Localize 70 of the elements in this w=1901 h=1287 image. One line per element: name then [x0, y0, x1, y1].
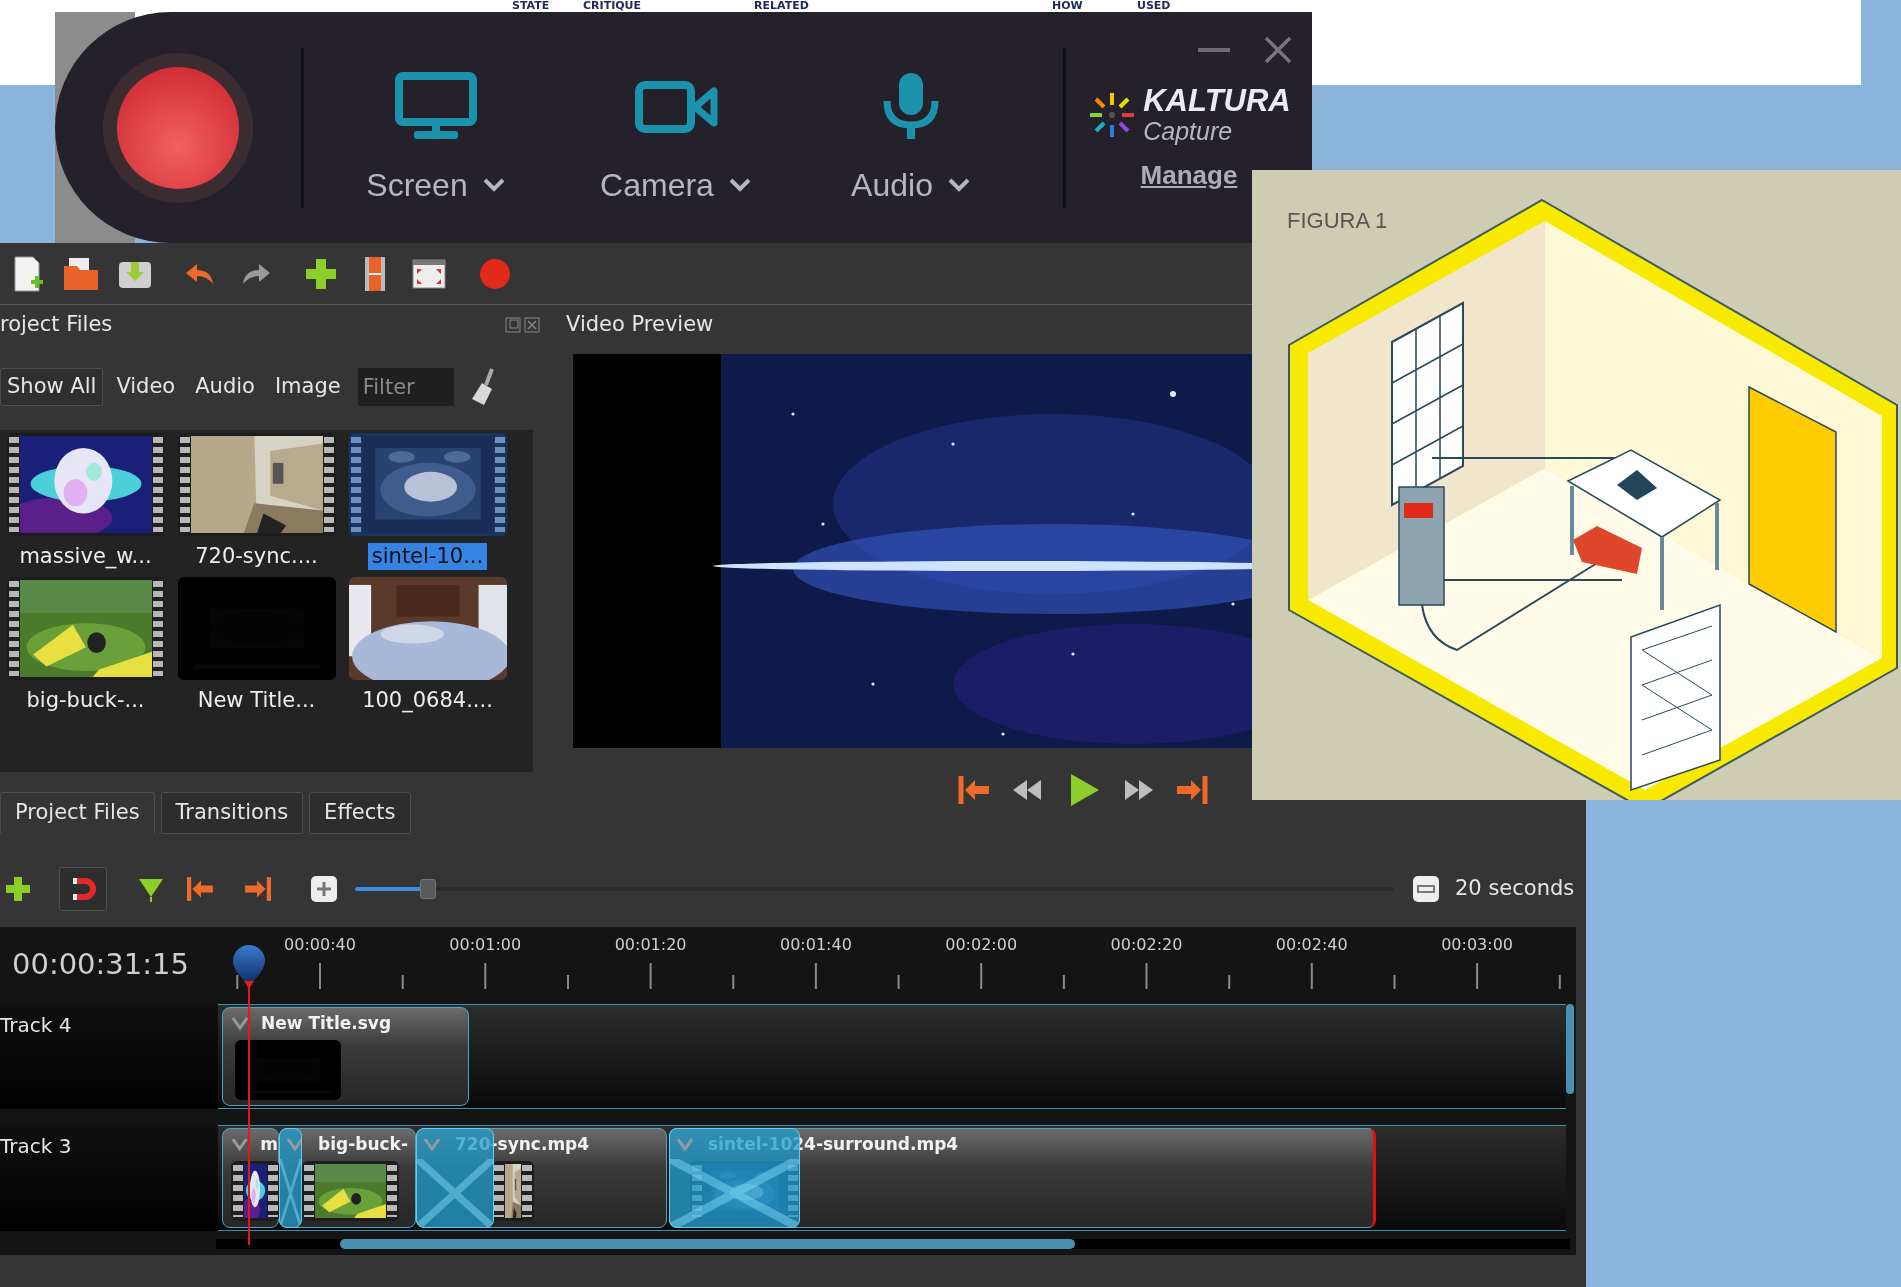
- minimize-icon[interactable]: [1198, 47, 1230, 53]
- filter-field[interactable]: Filter: [357, 368, 454, 406]
- chevron-icon: [727, 176, 752, 193]
- scrollbar-track[interactable]: [216, 1239, 1570, 1249]
- monitor-icon: [394, 70, 478, 141]
- sprocket-strip: [387, 1165, 397, 1217]
- sprocket-strip: [233, 1165, 243, 1217]
- clip-title: m: [260, 1133, 278, 1155]
- file-name[interactable]: sintel-10...: [367, 543, 488, 570]
- close-icon[interactable]: [1264, 36, 1292, 64]
- source-dropdown[interactable]: Camera: [600, 164, 752, 205]
- source-dropdown[interactable]: Audio: [851, 164, 971, 205]
- sprocket-strip: [522, 1165, 532, 1217]
- ruler-label: 00:02:40: [1275, 934, 1348, 956]
- ruler-label: 00:01:20: [614, 934, 687, 956]
- ruler-label: 00:03:00: [1441, 934, 1513, 956]
- zoom-out-icon[interactable]: [1412, 875, 1440, 903]
- scrollbar-thumb[interactable]: [1566, 1004, 1574, 1094]
- filter-button[interactable]: Image: [267, 368, 348, 406]
- figure-caption: FIGURA 1: [1287, 207, 1388, 235]
- chevron-icon: [946, 176, 971, 193]
- ruler-label: 00:02:20: [1110, 934, 1183, 956]
- heading-text: STATE: [512, 0, 550, 12]
- ruler-label: 00:02:00: [945, 934, 1018, 956]
- ruler-label: 00:00:40: [284, 934, 356, 956]
- file-name[interactable]: New Title...: [193, 687, 320, 714]
- tab[interactable]: Effects: [309, 792, 411, 834]
- zoom-reading: 20 seconds: [1455, 875, 1575, 903]
- ruler-label: 00:01:00: [449, 934, 522, 956]
- filter-button[interactable]: Show All: [0, 368, 104, 406]
- track-name: Track 4: [0, 1013, 72, 1037]
- heading-text: USED: [1137, 0, 1171, 12]
- snap-button[interactable]: [59, 867, 107, 911]
- tab[interactable]: Transitions: [160, 792, 304, 834]
- heading-text: HOW: [1052, 0, 1083, 12]
- sprocket-strip: [304, 1165, 314, 1217]
- manage-link[interactable]: Manage: [1140, 158, 1238, 191]
- file-name[interactable]: 720-sync....: [191, 543, 322, 570]
- timecode: 00:00:31:15: [12, 945, 189, 983]
- timeline-clip[interactable]: New Title.svg: [222, 1007, 469, 1106]
- transition-block[interactable]: [279, 1128, 302, 1228]
- tab[interactable]: Project Files: [0, 792, 155, 834]
- chevron-icon[interactable]: [231, 1016, 249, 1030]
- scrollbar-thumb[interactable]: [340, 1239, 1075, 1249]
- heading-text: RELATED: [754, 0, 809, 12]
- clip-title: New Title.svg: [261, 1012, 392, 1034]
- file-name[interactable]: massive_w...: [15, 543, 156, 570]
- logo-name: KALTURA: [1143, 84, 1291, 117]
- zoom-in-icon[interactable]: [310, 875, 338, 903]
- track-name: Track 3: [0, 1134, 72, 1158]
- zoom-slider[interactable]: [355, 879, 1394, 899]
- file-name[interactable]: 100_0684....: [358, 687, 497, 714]
- logo-product: Capture: [1143, 116, 1234, 145]
- slider-thumb[interactable]: [419, 879, 436, 899]
- clip-title: big-buck-: [318, 1133, 408, 1155]
- chevron-icon: [481, 176, 506, 193]
- float-icon[interactable]: [505, 317, 521, 333]
- heading-text: CRITIQUE: [583, 0, 642, 12]
- filter-button[interactable]: Audio: [188, 368, 262, 406]
- sprocket-strip: [494, 1165, 504, 1217]
- timeline-clip[interactable]: m: [222, 1128, 279, 1228]
- filter-button[interactable]: Video: [109, 368, 183, 406]
- chevron-icon[interactable]: [231, 1137, 249, 1151]
- panel-title: roject Files: [0, 311, 113, 339]
- close-icon[interactable]: [524, 317, 540, 333]
- ruler-label: 00:01:40: [779, 934, 852, 956]
- file-name[interactable]: big-buck-...: [22, 687, 149, 714]
- panel-title: Video Preview: [566, 311, 714, 339]
- sprocket-strip: [268, 1165, 278, 1217]
- source-dropdown[interactable]: Screen: [366, 164, 506, 205]
